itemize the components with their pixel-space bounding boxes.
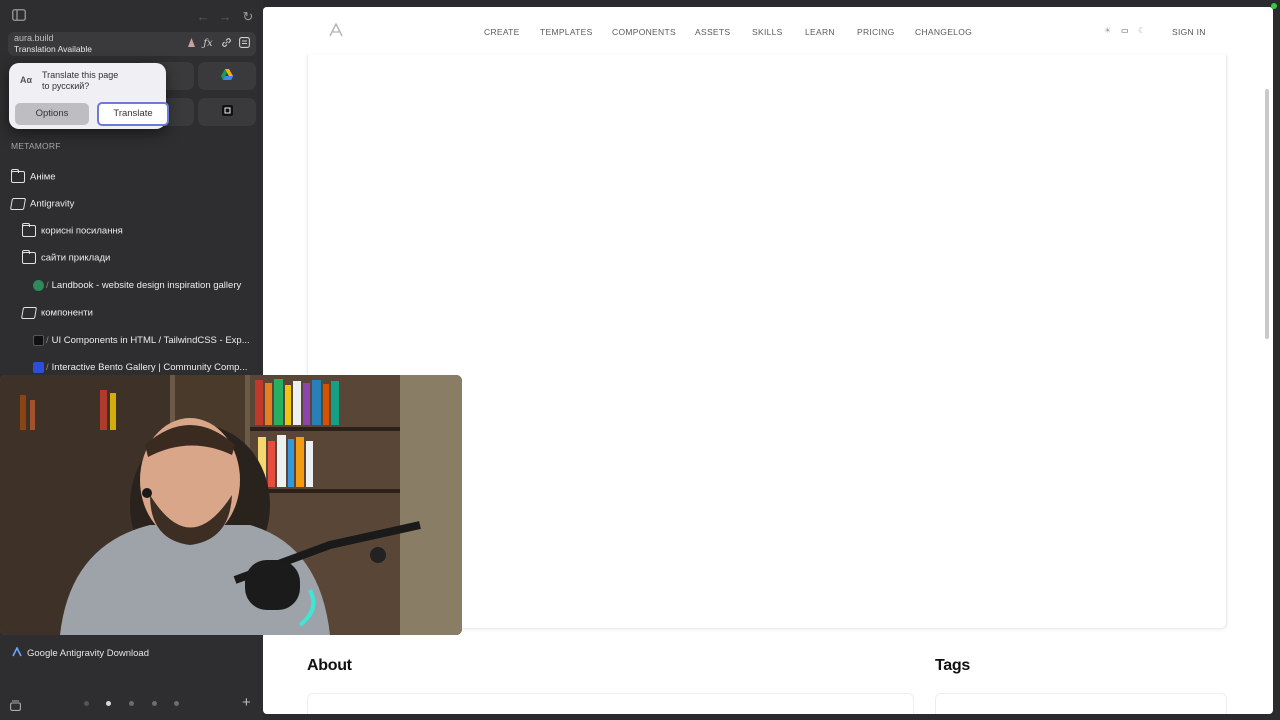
folder-open-icon bbox=[9, 198, 27, 210]
bookmark-antigravity-download[interactable]: Google Antigravity Download bbox=[12, 646, 149, 660]
antigravity-icon bbox=[12, 646, 22, 660]
space-dot-4[interactable] bbox=[152, 701, 157, 706]
folder-icon bbox=[11, 169, 25, 183]
folder-anime[interactable]: Аніме bbox=[11, 169, 56, 189]
back-icon[interactable]: ← bbox=[194, 8, 212, 26]
archive-icon[interactable] bbox=[10, 698, 21, 716]
nav-templates[interactable]: TEMPLATES bbox=[540, 27, 593, 37]
bookmark-ui-components[interactable]: / UI Components in HTML / TailwindCSS - E… bbox=[33, 335, 250, 353]
folder-components[interactable]: компоненти bbox=[20, 307, 93, 325]
bookmark-landbook[interactable]: / Landbook - website design inspiration g… bbox=[33, 280, 241, 298]
translate-icon: Aα bbox=[20, 75, 33, 85]
sidebar-toggle-icon[interactable] bbox=[10, 8, 28, 26]
address-bar[interactable]: aura.build Translation Available ƒx bbox=[8, 32, 256, 56]
nav-changelog[interactable]: CHANGELOG bbox=[915, 27, 972, 37]
pinned-tab-3[interactable] bbox=[198, 98, 256, 126]
recording-indicator-icon bbox=[1271, 3, 1277, 9]
light-mode-icon[interactable]: ☀ bbox=[1104, 26, 1111, 35]
sidebar-toolbar: ← → ↻ bbox=[0, 8, 263, 26]
folder-useful-links[interactable]: корисні посилання bbox=[22, 223, 123, 243]
tags-heading: Tags bbox=[935, 657, 970, 674]
folder-antigravity[interactable]: Antigravity bbox=[9, 198, 74, 216]
sign-in-link[interactable]: SIGN IN bbox=[1172, 27, 1206, 37]
tags-box bbox=[935, 693, 1227, 714]
folder-icon bbox=[22, 250, 36, 264]
nav-assets[interactable]: ASSETS bbox=[695, 27, 730, 37]
aura-favicon bbox=[33, 335, 44, 346]
options-button[interactable]: Options bbox=[15, 103, 89, 125]
site-navbar: CREATE TEMPLATES COMPONENTS ASSETS SKILL… bbox=[263, 7, 1273, 55]
extension-icon[interactable] bbox=[184, 37, 198, 51]
space-dot-1[interactable] bbox=[84, 701, 89, 706]
dark-mode-icon[interactable]: ☾ bbox=[1138, 26, 1145, 35]
nav-learn[interactable]: LEARN bbox=[805, 27, 835, 37]
address-url: aura.build bbox=[14, 33, 54, 43]
folder-icon bbox=[22, 223, 36, 237]
sidebar-footer: + bbox=[0, 694, 263, 714]
nav-pricing[interactable]: PRICING bbox=[857, 27, 895, 37]
translate-message: Translate this page to русский? bbox=[42, 70, 119, 91]
space-dot-5[interactable] bbox=[174, 701, 179, 706]
space-dot-3[interactable] bbox=[129, 701, 134, 706]
system-mode-icon[interactable]: ▭ bbox=[1121, 26, 1129, 35]
new-space-plus-icon[interactable]: + bbox=[242, 694, 251, 711]
google-drive-icon bbox=[198, 69, 256, 83]
browser-window: ← → ↻ aura.build Translation Available ƒ… bbox=[0, 0, 1280, 720]
community-favicon bbox=[33, 362, 44, 373]
nav-components[interactable]: COMPONENTS bbox=[612, 27, 676, 37]
link-icon[interactable] bbox=[219, 37, 233, 51]
about-heading: About bbox=[307, 657, 352, 674]
nav-create[interactable]: CREATE bbox=[484, 27, 520, 37]
reader-icon[interactable] bbox=[237, 37, 251, 51]
page-scrollbar[interactable] bbox=[1265, 89, 1269, 339]
pinned-tab-drive[interactable] bbox=[198, 62, 256, 90]
folder-example-sites[interactable]: сайти приклади bbox=[22, 250, 110, 270]
app-icon bbox=[198, 105, 256, 119]
webcam-video bbox=[0, 375, 462, 635]
aura-logo-icon[interactable] bbox=[329, 22, 343, 37]
webcam-overlay bbox=[0, 375, 462, 635]
formula-icon[interactable]: ƒx bbox=[201, 37, 215, 51]
landbook-favicon bbox=[33, 280, 44, 291]
forward-icon[interactable]: → bbox=[216, 8, 234, 26]
nav-skills[interactable]: SKILLS bbox=[752, 27, 783, 37]
translate-button[interactable]: Translate bbox=[97, 102, 169, 126]
about-box bbox=[307, 693, 914, 714]
folder-open-icon bbox=[20, 307, 38, 319]
reload-icon[interactable]: ↻ bbox=[239, 8, 257, 26]
translate-popup: Aα Translate this page to русский? Optio… bbox=[9, 63, 169, 129]
translation-status: Translation Available bbox=[14, 44, 92, 54]
space-dot-2[interactable] bbox=[106, 701, 111, 706]
space-name: METAMORF bbox=[11, 141, 61, 151]
